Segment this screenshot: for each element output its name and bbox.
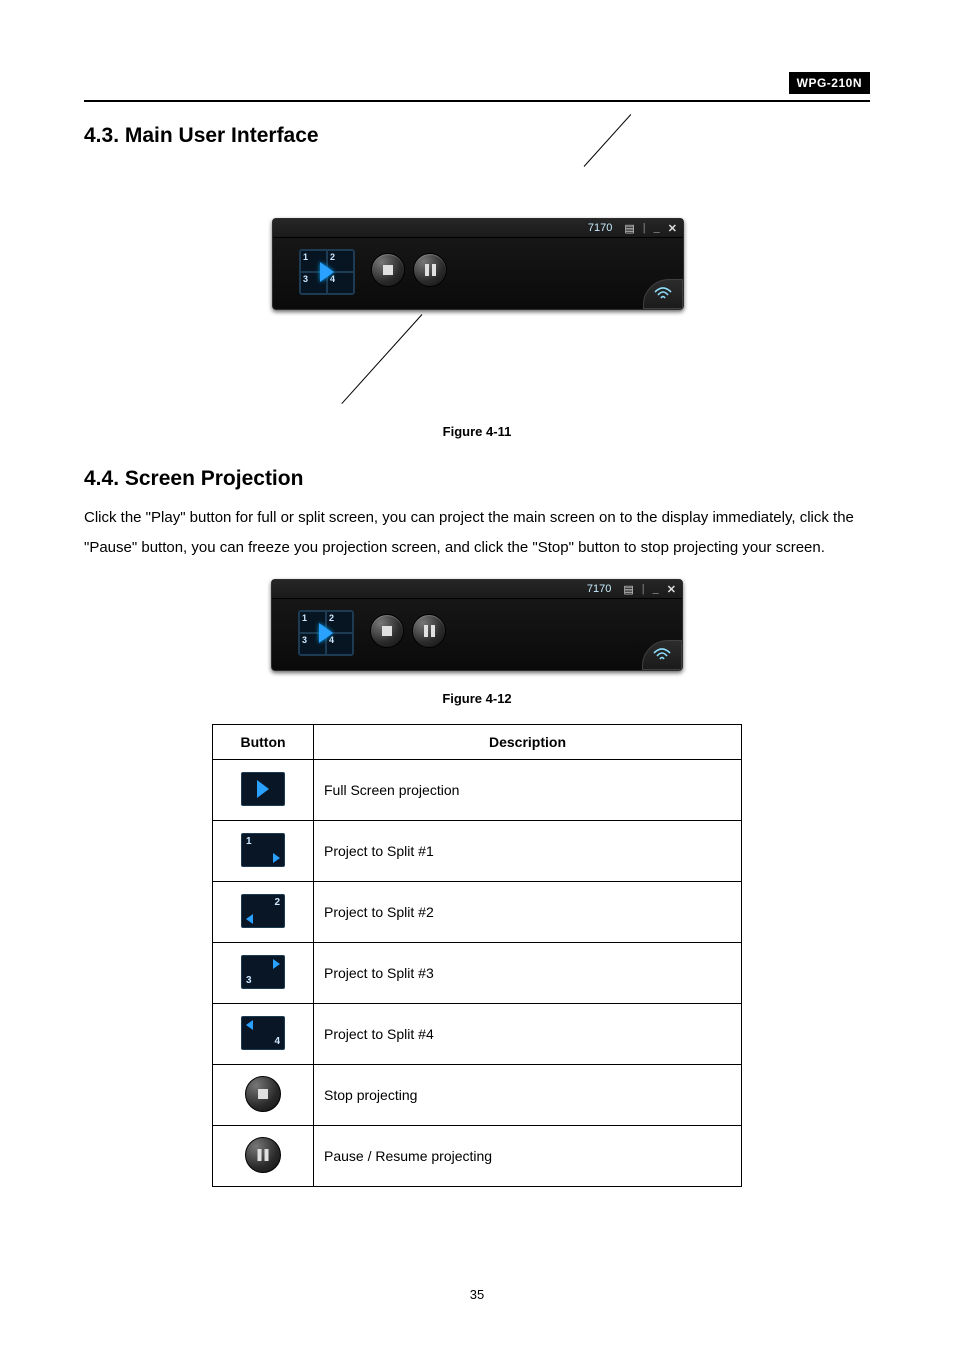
header-rule [84, 100, 870, 102]
pause-button[interactable] [413, 253, 447, 287]
control-bar: 7170 ▤ | _ ✕ 1 2 3 4 [272, 218, 684, 310]
split2-icon: 2 [241, 894, 285, 928]
separator: | [642, 583, 645, 595]
split1-icon: 1 [241, 833, 285, 867]
split4-icon: 4 [241, 1016, 285, 1050]
table-icon-full [213, 760, 314, 821]
leader-line [341, 314, 422, 404]
table-icon-stop [213, 1065, 314, 1126]
table-row: 1 Project to Split #1 [213, 821, 742, 882]
table-header-desc: Description [314, 725, 742, 760]
page-number: 35 [0, 1287, 954, 1302]
stop-button[interactable] [371, 253, 405, 287]
model-badge: WPG-210N [789, 72, 870, 94]
table-desc: Project to Split #1 [314, 821, 742, 882]
split-play-button[interactable]: 1 2 3 4 [298, 610, 354, 656]
pause-button[interactable] [412, 614, 446, 648]
table-header-button: Button [213, 725, 314, 760]
table-desc: Project to Split #4 [314, 1004, 742, 1065]
table-desc: Stop projecting [314, 1065, 742, 1126]
table-row: Stop projecting [213, 1065, 742, 1126]
minimize-button[interactable]: _ [654, 222, 660, 234]
menu-icon[interactable]: ▤ [623, 583, 633, 596]
stop-icon [383, 265, 393, 275]
button-description-table: Button Description Full Screen projectio… [212, 724, 742, 1187]
play-icon [319, 623, 333, 643]
pause-icon [245, 1137, 281, 1173]
table-desc: Pause / Resume projecting [314, 1126, 742, 1187]
figure-4-11-caption: Figure 4-11 [84, 424, 870, 439]
table-row: Pause / Resume projecting [213, 1126, 742, 1187]
figure-4-12: 7170 ▤ | _ ✕ 1 2 3 4 [267, 579, 687, 675]
wifi-indicator[interactable] [642, 640, 682, 670]
table-icon-split3: 3 [213, 943, 314, 1004]
figure-4-12-caption: Figure 4-12 [84, 691, 870, 706]
section-44-title: 4.4. Screen Projection [84, 467, 870, 491]
table-row: 2 Project to Split #2 [213, 882, 742, 943]
close-button[interactable]: ✕ [667, 583, 676, 596]
play-full-icon [241, 772, 285, 806]
minimize-button[interactable]: _ [653, 583, 659, 595]
split3-icon: 3 [241, 955, 285, 989]
table-row: 3 Project to Split #3 [213, 943, 742, 1004]
session-code: 7170 [588, 222, 612, 234]
control-bar-titlebar: 7170 ▤ | _ ✕ [272, 580, 682, 599]
pause-icon [425, 264, 436, 276]
table-desc: Full Screen projection [314, 760, 742, 821]
table-row: Full Screen projection [213, 760, 742, 821]
stop-icon [245, 1076, 281, 1112]
close-button[interactable]: ✕ [668, 222, 677, 235]
table-desc: Project to Split #2 [314, 882, 742, 943]
wifi-icon [653, 648, 671, 662]
table-icon-split2: 2 [213, 882, 314, 943]
control-bar: 7170 ▤ | _ ✕ 1 2 3 4 [271, 579, 683, 671]
pause-icon [424, 625, 435, 637]
menu-icon[interactable]: ▤ [624, 222, 634, 235]
wifi-icon [654, 287, 672, 301]
wifi-indicator[interactable] [643, 279, 683, 309]
section-44-body: Click the "Play" button for full or spli… [84, 503, 870, 563]
table-row: 4 Project to Split #4 [213, 1004, 742, 1065]
figure-4-11: 7170 ▤ | _ ✕ 1 2 3 4 [262, 164, 692, 394]
stop-button[interactable] [370, 614, 404, 648]
section-43-title: 4.3. Main User Interface [84, 124, 870, 148]
table-icon-pause [213, 1126, 314, 1187]
separator: | [643, 222, 646, 234]
play-icon [320, 262, 334, 282]
control-bar-titlebar: 7170 ▤ | _ ✕ [273, 219, 683, 238]
table-desc: Project to Split #3 [314, 943, 742, 1004]
split-play-button[interactable]: 1 2 3 4 [299, 249, 355, 295]
session-code: 7170 [587, 583, 611, 595]
stop-icon [382, 626, 392, 636]
table-icon-split4: 4 [213, 1004, 314, 1065]
table-icon-split1: 1 [213, 821, 314, 882]
